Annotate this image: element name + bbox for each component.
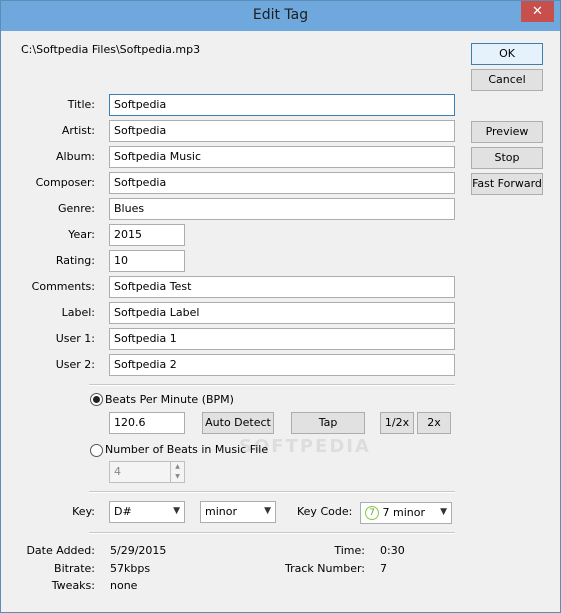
- key-note-select[interactable]: D# ▼: [109, 501, 185, 523]
- close-button[interactable]: ✕: [521, 1, 554, 22]
- year-label: Year:: [68, 228, 95, 241]
- track-number-value: 7: [380, 562, 387, 575]
- track-number-label: Track Number:: [285, 562, 365, 575]
- key-code-label: Key Code:: [297, 505, 353, 518]
- label-field[interactable]: Softpedia Label: [109, 302, 455, 324]
- comments-field[interactable]: Softpedia Test: [109, 276, 455, 298]
- separator-2: [89, 491, 455, 493]
- time-label: Time:: [334, 544, 365, 557]
- date-added-value: 5/29/2015: [110, 544, 167, 557]
- separator-1: [89, 384, 455, 386]
- composer-label: Composer:: [35, 176, 95, 189]
- edit-tag-window: Edit Tag ✕ C:\Softpedia Files\Softpedia.…: [0, 0, 561, 613]
- chevron-down-icon: ▼: [264, 506, 271, 516]
- ok-button[interactable]: OK: [471, 43, 543, 65]
- time-value: 0:30: [380, 544, 405, 557]
- fast-forward-button[interactable]: Fast Forward: [471, 173, 543, 195]
- artist-label: Artist:: [61, 124, 95, 137]
- separator-3: [89, 532, 455, 534]
- bpm-radio[interactable]: [90, 393, 103, 406]
- title-field[interactable]: Softpedia: [109, 94, 455, 116]
- bitrate-value: 57kbps: [110, 562, 151, 575]
- bitrate-label: Bitrate:: [54, 562, 95, 575]
- album-field[interactable]: Softpedia Music: [109, 146, 455, 168]
- file-path: C:\Softpedia Files\Softpedia.mp3: [21, 43, 201, 56]
- tweaks-value: none: [110, 579, 138, 592]
- half-speed-button[interactable]: 1/2x: [380, 412, 414, 434]
- tap-button[interactable]: Tap: [291, 412, 365, 434]
- double-speed-button[interactable]: 2x: [417, 412, 451, 434]
- key-note-value: D#: [114, 505, 132, 518]
- window-title: Edit Tag: [252, 7, 309, 23]
- label-label: Label:: [61, 306, 95, 319]
- title-label: Title:: [67, 98, 95, 111]
- dialog-body: C:\Softpedia Files\Softpedia.mp3 OK Canc…: [9, 31, 552, 606]
- stop-button[interactable]: Stop: [471, 147, 543, 169]
- bpm-field[interactable]: 120.6: [109, 412, 185, 434]
- rating-label: Rating:: [55, 254, 95, 267]
- key-code-select[interactable]: 7 7 minor ▼: [360, 502, 452, 524]
- watermark: SOFTPEDIA: [239, 436, 371, 457]
- key-label: Key:: [72, 505, 95, 518]
- key-mode-value: minor: [205, 505, 237, 518]
- key-mode-select[interactable]: minor ▼: [200, 501, 276, 523]
- title-bar: Edit Tag ✕: [1, 1, 560, 31]
- genre-label: Genre:: [57, 202, 95, 215]
- chevron-down-icon: ▼: [440, 507, 447, 517]
- composer-field[interactable]: Softpedia: [109, 172, 455, 194]
- album-label: Album:: [56, 150, 95, 163]
- radio-dot: [93, 396, 100, 403]
- spinner-arrows[interactable]: ▲ ▼: [170, 462, 184, 482]
- key-code-badge: 7: [365, 506, 379, 520]
- rating-field[interactable]: 10: [109, 250, 185, 272]
- bpm-radio-label[interactable]: Beats Per Minute (BPM): [105, 393, 234, 406]
- user1-field[interactable]: Softpedia 1: [109, 328, 455, 350]
- beats-spinner[interactable]: 4 ▲ ▼: [109, 461, 185, 483]
- beats-value: 4: [114, 465, 121, 478]
- year-field[interactable]: 2015: [109, 224, 185, 246]
- date-added-label: Date Added:: [26, 544, 95, 557]
- cancel-button[interactable]: Cancel: [471, 69, 543, 91]
- user1-label: User 1:: [55, 332, 95, 345]
- beats-radio[interactable]: [90, 444, 103, 457]
- user2-label: User 2:: [55, 358, 95, 371]
- key-code-value: 7 minor: [382, 506, 426, 519]
- tweaks-label: Tweaks:: [51, 579, 95, 592]
- auto-detect-button[interactable]: Auto Detect: [202, 412, 274, 434]
- artist-field[interactable]: Softpedia: [109, 120, 455, 142]
- genre-field[interactable]: Blues: [109, 198, 455, 220]
- comments-label: Comments:: [31, 280, 95, 293]
- chevron-down-icon: ▼: [173, 506, 180, 516]
- preview-button[interactable]: Preview: [471, 121, 543, 143]
- user2-field[interactable]: Softpedia 2: [109, 354, 455, 376]
